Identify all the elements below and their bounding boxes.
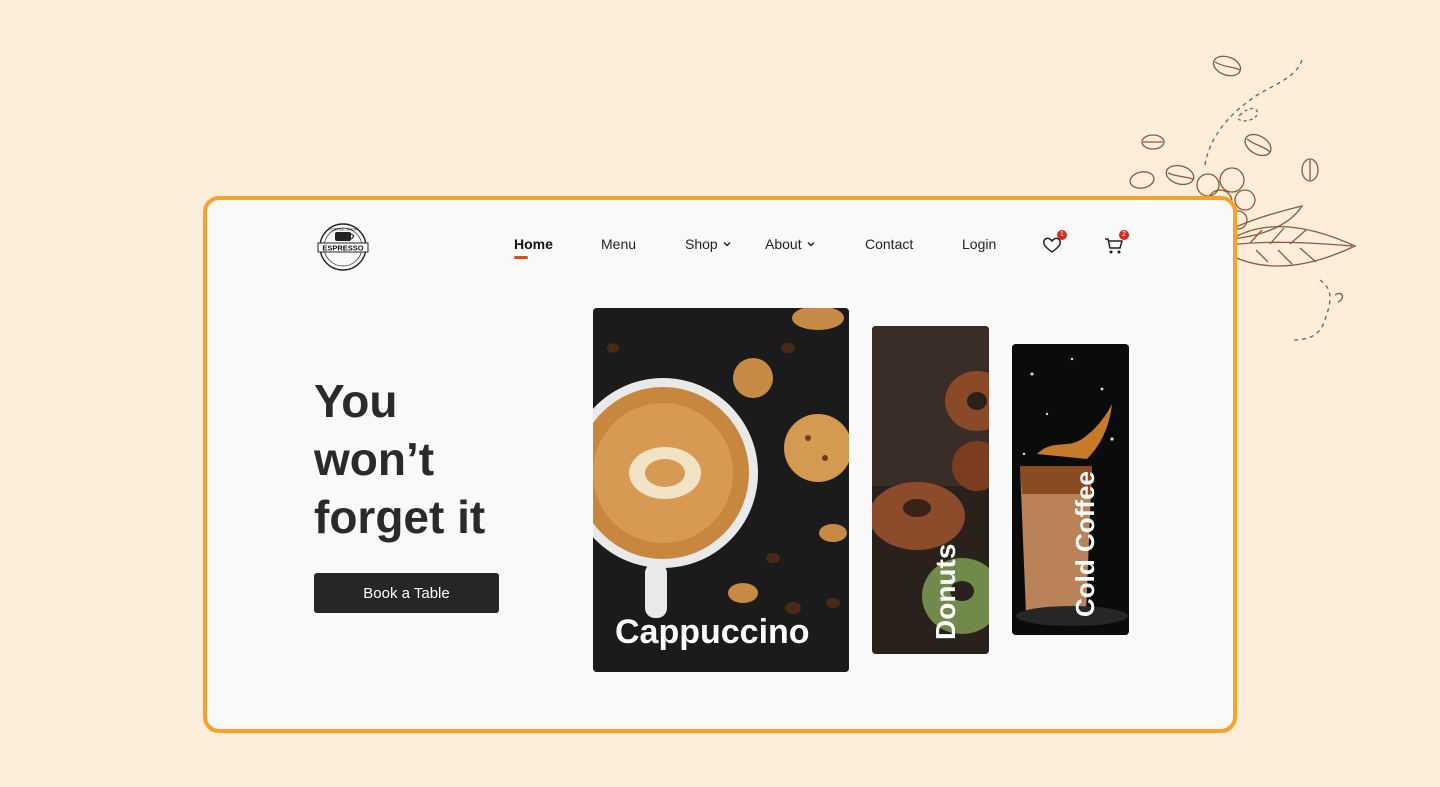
nav-login[interactable]: Login (962, 236, 996, 252)
hero-title-line: won’t (314, 433, 435, 485)
hero-title: You won’t forget it (314, 372, 544, 546)
hero-title-line: forget it (314, 491, 486, 543)
nav-home[interactable]: Home (514, 236, 553, 259)
nav-contact[interactable]: Contact (865, 236, 913, 252)
main-nav: Home Menu Shop About Contact Login (207, 236, 1233, 260)
card-label: Donuts (930, 543, 961, 640)
hero-title-line: You (314, 375, 398, 427)
nav-shop-label: Shop (685, 236, 718, 252)
nav-about[interactable]: About (765, 236, 816, 252)
hero-frame: ESPRESSO COFFEE SHOP Home Menu Shop Abou… (203, 196, 1237, 733)
cart-button[interactable]: 2 (1103, 230, 1129, 256)
nav-about-label: About (765, 236, 802, 252)
wishlist-count-badge: 1 (1057, 230, 1067, 240)
cart-count-badge: 2 (1119, 230, 1129, 240)
card-cold-coffee[interactable]: Cold Coffee (1012, 344, 1129, 635)
nav-contact-label: Contact (865, 236, 914, 252)
nav-menu[interactable]: Menu (601, 236, 636, 252)
nav-home-label: Home (514, 236, 553, 252)
card-label: Cappuccino (615, 613, 810, 651)
nav-login-label: Login (962, 236, 997, 252)
card-donuts[interactable]: Donuts (872, 326, 989, 654)
nav-menu-label: Menu (601, 236, 637, 252)
chevron-down-icon (807, 242, 815, 247)
card-label: Cold Coffee (1070, 471, 1100, 617)
wishlist-button[interactable]: 1 (1041, 230, 1067, 256)
nav-shop[interactable]: Shop (685, 236, 732, 252)
chevron-down-icon (723, 242, 731, 247)
svg-text:COFFEE SHOP: COFFEE SHOP (329, 227, 358, 232)
card-cappuccino[interactable]: Cappuccino (593, 308, 849, 672)
book-table-button[interactable]: Book a Table (314, 573, 499, 613)
